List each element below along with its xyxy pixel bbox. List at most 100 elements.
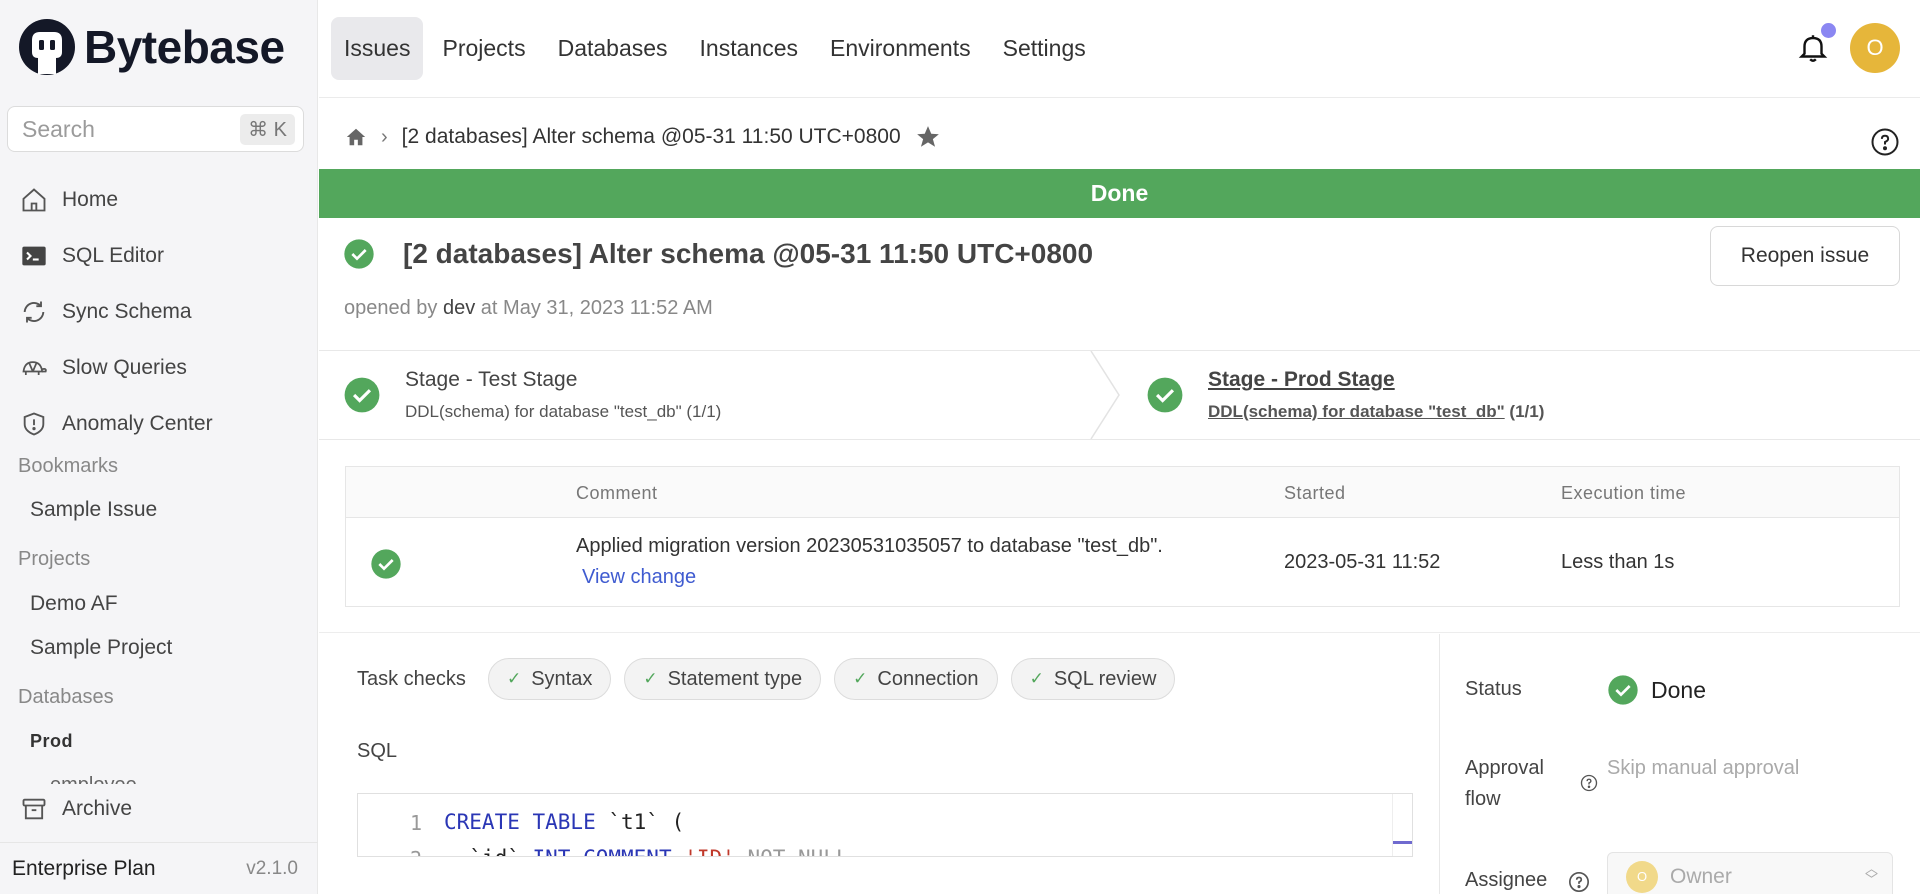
check-circle-icon	[1608, 675, 1638, 705]
sidebar-item-slow-queries[interactable]: Slow Queries	[0, 340, 318, 396]
reopen-issue-button[interactable]: Reopen issue	[1710, 226, 1900, 286]
status-label: Status	[1465, 678, 1522, 700]
check-label: Statement type	[667, 667, 803, 690]
status-banner: Done	[319, 169, 1920, 218]
check-sql-review[interactable]: ✓ SQL review	[1010, 658, 1176, 700]
approval-flow-value: Skip manual approval	[1607, 757, 1800, 779]
search-shortcut: ⌘ K	[240, 113, 295, 145]
search-input[interactable]: Search ⌘ K	[7, 106, 304, 152]
tab-environments[interactable]: Environments	[817, 17, 984, 80]
issue-created-time: May 31, 2023 11:52 AM	[503, 297, 713, 319]
stage-task: DDL(schema) for database "test_db"	[405, 402, 682, 421]
bytebase-logo-icon	[19, 19, 75, 75]
terminal-icon	[22, 246, 46, 266]
select-arrows-icon: ︿ ﹀	[1864, 861, 1878, 887]
sidebar-item-anomaly-center[interactable]: Anomaly Center	[0, 396, 318, 452]
stage-desc: DDL(schema) for database "test_db" (1/1)	[1208, 402, 1544, 422]
tab-instances[interactable]: Instances	[687, 17, 811, 80]
home-icon	[22, 188, 46, 212]
assignee-value: Owner	[1670, 865, 1732, 888]
sidebar-item-label: Sync Schema	[62, 300, 192, 323]
check-label: Connection	[877, 667, 979, 690]
logo[interactable]: Bytebase	[18, 18, 285, 76]
line-number: 1	[410, 811, 423, 835]
bookmark-item[interactable]: Sample Issue	[30, 498, 157, 522]
check-circle-icon	[344, 377, 380, 413]
sidebar-item-label: Home	[62, 188, 119, 211]
stage-count: (1/1)	[1509, 402, 1545, 421]
sql-label: SQL	[357, 740, 398, 762]
stage-name: Stage - Prod Stage	[1208, 368, 1395, 391]
help-icon[interactable]	[1580, 774, 1598, 792]
check-circle-icon	[371, 549, 401, 579]
task-run-comment: Applied migration version 20230531035057…	[576, 535, 1163, 557]
stage-separator-chevron	[1090, 351, 1120, 439]
database-group-prod[interactable]: Prod	[30, 731, 73, 752]
assignee-select[interactable]: O Owner ︿ ﹀	[1607, 852, 1893, 894]
tab-projects[interactable]: Projects	[429, 17, 538, 80]
tab-databases[interactable]: Databases	[545, 17, 681, 80]
star-icon[interactable]	[915, 124, 941, 150]
projects-heading: Projects	[18, 548, 91, 570]
search-placeholder: Search	[22, 115, 95, 142]
version-label: v2.1.0	[246, 857, 298, 879]
help-icon[interactable]	[1870, 127, 1900, 157]
tab-issues[interactable]: Issues	[331, 17, 424, 80]
database-item[interactable]: employee	[50, 770, 137, 784]
pipeline-stages: Stage - Test Stage DDL(schema) for datab…	[319, 350, 1920, 440]
chevron-right-icon: ›	[381, 125, 388, 148]
editor-minimap[interactable]	[1392, 794, 1412, 856]
sidebar-item-sync-schema[interactable]: Sync Schema	[0, 284, 318, 340]
minimap-slider[interactable]	[1393, 841, 1412, 844]
task-run-execution-time: Less than 1s	[1561, 551, 1675, 573]
check-circle-icon	[1147, 377, 1183, 413]
stage-prod[interactable]: Stage - Prod Stage DDL(schema) for datab…	[1146, 351, 1544, 439]
brand-name: Bytebase	[84, 21, 285, 73]
task-run-started: 2023-05-31 11:52	[1284, 551, 1441, 573]
stage-test[interactable]: Stage - Test Stage DDL(schema) for datab…	[343, 351, 721, 439]
plan-label[interactable]: Enterprise Plan	[12, 857, 156, 881]
check-icon: ✓	[506, 669, 522, 688]
turtle-icon	[22, 361, 47, 375]
approval-flow-label: Approval	[1465, 757, 1544, 779]
issue-creator[interactable]: dev	[443, 297, 475, 319]
view-change-link[interactable]: View change	[582, 566, 696, 589]
sidebar-item-home[interactable]: Home	[0, 172, 318, 228]
project-item[interactable]: Demo AF	[30, 592, 118, 616]
assignee-avatar: O	[1626, 861, 1658, 893]
tab-settings[interactable]: Settings	[990, 17, 1099, 80]
opened-at-prefix: at	[480, 297, 498, 319]
sync-icon	[23, 301, 45, 323]
table-header: Comment Started Execution time	[346, 467, 1899, 518]
sidebar-item-label: Anomaly Center	[62, 412, 213, 435]
check-label: SQL review	[1053, 667, 1157, 690]
sidebar-item-archive[interactable]: Archive	[20, 795, 132, 823]
databases-heading: Databases	[18, 686, 114, 708]
breadcrumb-current: [2 databases] Alter schema @05-31 11:50 …	[401, 125, 901, 148]
check-icon: ✓	[643, 669, 658, 688]
assignee-label: Assignee	[1465, 869, 1548, 891]
check-statement-type[interactable]: ✓ Statement type	[624, 658, 822, 700]
sidebar-footer: Enterprise Plan v2.1.0	[0, 842, 318, 894]
issue-meta: opened by dev at May 31, 2023 11:52 AM	[344, 297, 713, 320]
column-header-comment: Comment	[576, 483, 658, 503]
project-item[interactable]: Sample Project	[30, 636, 172, 660]
sidebar: Bytebase Search ⌘ K Home SQL Editor Sync…	[0, 0, 318, 894]
bookmarks-heading: Bookmarks	[18, 455, 119, 477]
stage-task-link[interactable]: DDL(schema) for database "test_db"	[1208, 402, 1505, 421]
section-divider	[319, 632, 1920, 633]
sql-editor[interactable]: 1 CREATE TABLE `t1` ( 2 `id` INT COMMENT…	[357, 793, 1413, 857]
approval-flow-label-2: flow	[1465, 788, 1501, 810]
check-connection[interactable]: ✓ Connection	[834, 658, 998, 700]
sidebar-nav: Home SQL Editor Sync Schema Slow Queries…	[0, 172, 318, 452]
check-syntax[interactable]: ✓ Syntax	[487, 658, 612, 700]
help-icon[interactable]	[1568, 871, 1590, 893]
home-icon[interactable]	[345, 126, 367, 148]
main-tabs: Issues Projects Databases Instances Envi…	[331, 17, 1105, 80]
sidebar-item-sql-editor[interactable]: SQL Editor	[0, 228, 318, 284]
panel-divider	[1439, 634, 1440, 894]
user-avatar[interactable]: O	[1850, 23, 1900, 73]
task-checks: Task checks ✓ Syntax ✓ Statement type ✓ Con…	[357, 658, 1188, 700]
code-line: `id` INT COMMENT 'ID' NOT NULL,	[444, 846, 861, 856]
sidebar-item-label: Archive	[62, 797, 133, 820]
